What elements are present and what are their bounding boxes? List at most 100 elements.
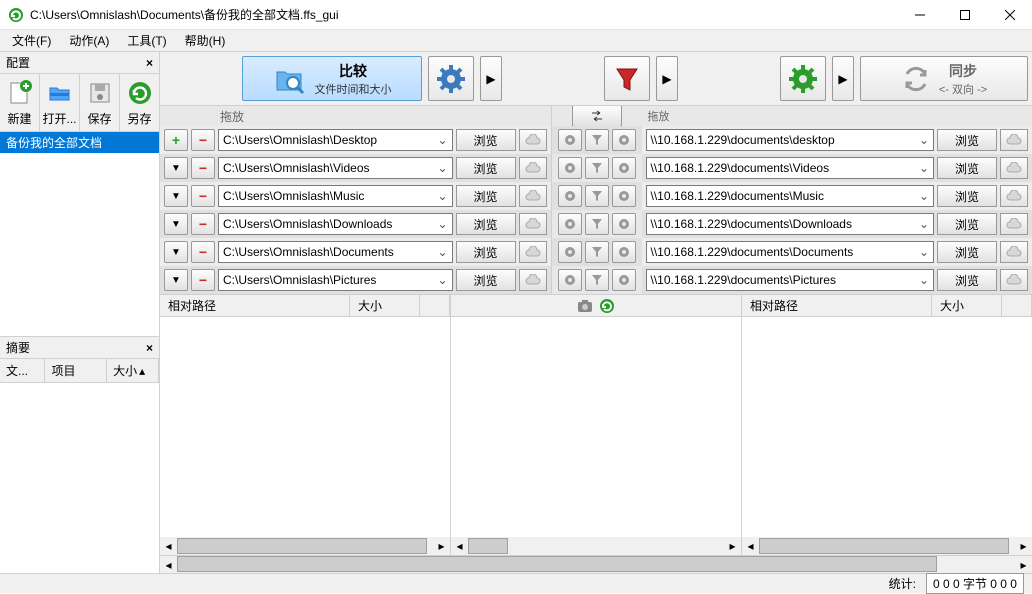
chevron-down-icon[interactable]: ⌄ xyxy=(437,189,447,203)
saveas-button[interactable]: 另存 xyxy=(120,74,159,131)
chevron-down-icon[interactable]: ⌄ xyxy=(919,273,929,287)
collapse-button[interactable]: ▼ xyxy=(164,269,188,291)
collapse-button[interactable]: ▼ xyxy=(164,185,188,207)
chevron-down-icon[interactable]: ⌄ xyxy=(919,217,929,231)
browse-button-left-1[interactable]: 浏览 xyxy=(456,157,516,179)
browse-button-left-0[interactable]: 浏览 xyxy=(456,129,516,151)
pair-filter-0[interactable] xyxy=(585,129,609,151)
browse-button-right-2[interactable]: 浏览 xyxy=(937,185,997,207)
col-extra-left[interactable] xyxy=(420,295,450,316)
cloud-button-right-5[interactable] xyxy=(1000,269,1028,291)
cloud-button-right-3[interactable] xyxy=(1000,213,1028,235)
chevron-down-icon[interactable]: ⌄ xyxy=(437,161,447,175)
browse-button-left-2[interactable]: 浏览 xyxy=(456,185,516,207)
close-button[interactable] xyxy=(987,0,1032,30)
scroll-left[interactable]: ◂▸ xyxy=(160,537,450,555)
pair-sync-settings-0[interactable] xyxy=(612,129,636,151)
path-input-left-5[interactable]: C:\Users\Omnislash\Pictures⌄ xyxy=(218,269,453,291)
pair-compare-settings-0[interactable] xyxy=(558,129,582,151)
cloud-button-right-4[interactable] xyxy=(1000,241,1028,263)
compare-settings-button[interactable] xyxy=(428,56,474,101)
camera-icon[interactable] xyxy=(577,299,593,313)
col-path-right[interactable]: 相对路径 xyxy=(742,295,932,316)
cloud-button-left-1[interactable] xyxy=(519,157,547,179)
summary-close-icon[interactable]: × xyxy=(146,341,153,355)
path-input-right-3[interactable]: \\10.168.1.229\documents\Downloads⌄ xyxy=(646,213,935,235)
maximize-button[interactable] xyxy=(942,0,987,30)
save-button[interactable]: 保存 xyxy=(80,74,120,131)
pair-compare-settings-4[interactable] xyxy=(558,241,582,263)
refresh-mid-icon[interactable] xyxy=(599,298,615,314)
compare-button[interactable]: 比较 文件时间和大小 xyxy=(242,56,422,101)
chevron-down-icon[interactable]: ⌄ xyxy=(437,217,447,231)
list-body-mid[interactable] xyxy=(451,317,741,537)
pair-sync-settings-1[interactable] xyxy=(612,157,636,179)
new-button[interactable]: 新建 xyxy=(0,74,40,131)
config-list[interactable]: 备份我的全部文档 xyxy=(0,132,159,336)
open-button[interactable]: 打开... xyxy=(40,74,80,131)
remove-pair-button[interactable]: − xyxy=(191,185,215,207)
pair-sync-settings-5[interactable] xyxy=(612,269,636,291)
browse-button-left-5[interactable]: 浏览 xyxy=(456,269,516,291)
cloud-button-left-0[interactable] xyxy=(519,129,547,151)
browse-button-right-3[interactable]: 浏览 xyxy=(937,213,997,235)
chevron-down-icon[interactable]: ⌄ xyxy=(437,245,447,259)
add-pair-button[interactable]: + xyxy=(164,129,188,151)
path-input-left-4[interactable]: C:\Users\Omnislash\Documents⌄ xyxy=(218,241,453,263)
col-size-left[interactable]: 大小 xyxy=(350,295,420,316)
scroll-right[interactable]: ◂▸ xyxy=(742,537,1032,555)
swap-button[interactable] xyxy=(572,105,622,127)
minimize-button[interactable] xyxy=(897,0,942,30)
pair-filter-4[interactable] xyxy=(585,241,609,263)
chevron-down-icon[interactable]: ⌄ xyxy=(919,245,929,259)
remove-pair-button[interactable]: − xyxy=(191,269,215,291)
browse-button-right-4[interactable]: 浏览 xyxy=(937,241,997,263)
filter-dropdown-button[interactable]: ▶ xyxy=(656,56,678,101)
chevron-down-icon[interactable]: ⌄ xyxy=(919,133,929,147)
config-close-icon[interactable]: × xyxy=(146,56,153,70)
remove-pair-button[interactable]: − xyxy=(191,157,215,179)
path-input-left-0[interactable]: C:\Users\Omnislash\Desktop⌄ xyxy=(218,129,453,151)
path-input-right-0[interactable]: \\10.168.1.229\documents\desktop⌄ xyxy=(646,129,935,151)
col-size-right[interactable]: 大小 xyxy=(932,295,1002,316)
chevron-down-icon[interactable]: ⌄ xyxy=(919,189,929,203)
remove-pair-button[interactable]: − xyxy=(191,241,215,263)
path-input-left-3[interactable]: C:\Users\Omnislash\Downloads⌄ xyxy=(218,213,453,235)
pair-compare-settings-3[interactable] xyxy=(558,213,582,235)
cloud-button-left-3[interactable] xyxy=(519,213,547,235)
browse-button-left-4[interactable]: 浏览 xyxy=(456,241,516,263)
chevron-down-icon[interactable]: ⌄ xyxy=(437,133,447,147)
pair-filter-1[interactable] xyxy=(585,157,609,179)
browse-button-left-3[interactable]: 浏览 xyxy=(456,213,516,235)
pair-filter-5[interactable] xyxy=(585,269,609,291)
cloud-button-left-5[interactable] xyxy=(519,269,547,291)
remove-pair-button[interactable]: − xyxy=(191,129,215,151)
pair-compare-settings-5[interactable] xyxy=(558,269,582,291)
cloud-button-left-2[interactable] xyxy=(519,185,547,207)
chevron-down-icon[interactable]: ⌄ xyxy=(919,161,929,175)
collapse-button[interactable]: ▼ xyxy=(164,241,188,263)
cloud-button-right-2[interactable] xyxy=(1000,185,1028,207)
path-input-left-1[interactable]: C:\Users\Omnislash\Videos⌄ xyxy=(218,157,453,179)
path-input-right-4[interactable]: \\10.168.1.229\documents\Documents⌄ xyxy=(646,241,935,263)
menu-file[interactable]: 文件(F) xyxy=(4,30,59,51)
collapse-button[interactable]: ▼ xyxy=(164,157,188,179)
pair-compare-settings-2[interactable] xyxy=(558,185,582,207)
remove-pair-button[interactable]: − xyxy=(191,213,215,235)
browse-button-right-1[interactable]: 浏览 xyxy=(937,157,997,179)
browse-button-right-0[interactable]: 浏览 xyxy=(937,129,997,151)
pair-filter-2[interactable] xyxy=(585,185,609,207)
menu-help[interactable]: 帮助(H) xyxy=(177,30,234,51)
list-body-right[interactable] xyxy=(742,317,1032,537)
summary-col-item[interactable]: 项目 xyxy=(45,359,107,382)
summary-col-size[interactable]: 大小▴ xyxy=(107,359,159,382)
sync-dropdown-button[interactable]: ▶ xyxy=(832,56,854,101)
pair-sync-settings-3[interactable] xyxy=(612,213,636,235)
chevron-down-icon[interactable]: ⌄ xyxy=(437,273,447,287)
menu-tools[interactable]: 工具(T) xyxy=(119,30,174,51)
sync-button[interactable]: 同步 <- 双向 -> xyxy=(860,56,1028,101)
pair-filter-3[interactable] xyxy=(585,213,609,235)
summary-col-file[interactable]: 文... xyxy=(0,359,45,382)
compare-dropdown-button[interactable]: ▶ xyxy=(480,56,502,101)
cloud-button-right-1[interactable] xyxy=(1000,157,1028,179)
